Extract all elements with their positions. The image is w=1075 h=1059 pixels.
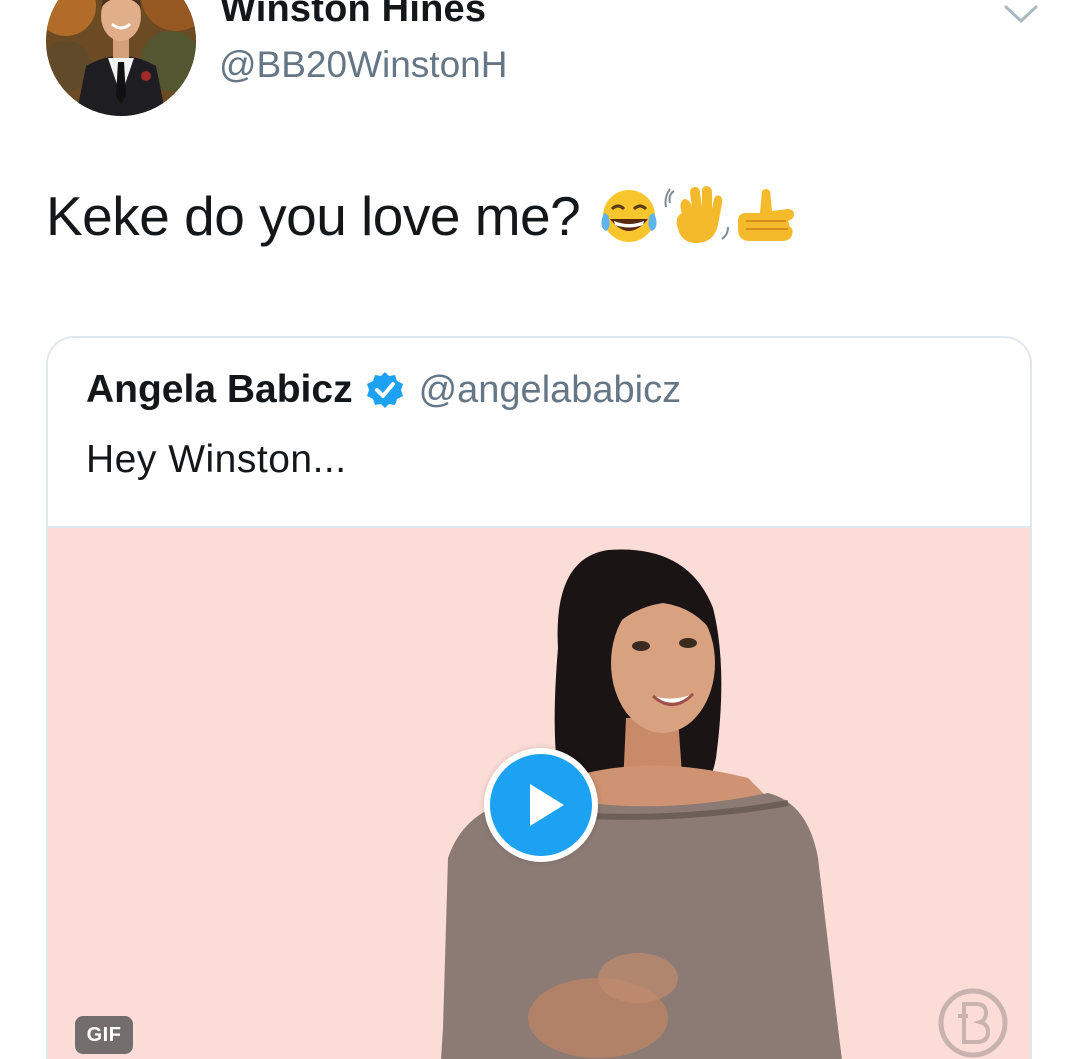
play-button[interactable] — [484, 748, 598, 862]
call-me-hand-emoji — [738, 189, 795, 241]
chevron-down-icon[interactable] — [1003, 2, 1039, 26]
gif-media[interactable]: GIF — [48, 526, 1030, 1059]
avatar-photo — [46, 0, 196, 116]
face-with-tears-of-joy-emoji — [601, 190, 657, 242]
quoted-display-name[interactable]: Angela Babicz — [86, 368, 353, 412]
play-icon — [530, 784, 564, 826]
tweet-text: Keke do you love me? — [46, 185, 581, 247]
gif-badge: GIF — [75, 1016, 133, 1054]
author-display-name[interactable]: Winston Hines — [220, 0, 486, 31]
author-avatar[interactable] — [46, 0, 196, 116]
tweet-screen: Winston Hines @BB20WinstonH Keke do you … — [0, 0, 1075, 1059]
verified-badge-icon — [366, 372, 403, 408]
quoted-handle[interactable]: @angelababicz — [419, 369, 682, 412]
watermark-logo-icon — [938, 988, 1008, 1058]
author-handle[interactable]: @BB20WinstonH — [219, 44, 507, 86]
quoted-tweet-text: Hey Winston... — [86, 438, 347, 481]
quoted-tweet-header: Angela Babicz @angelababicz — [86, 368, 681, 412]
waving-hand-emoji — [664, 186, 730, 243]
tweet-body: Keke do you love me? — [46, 183, 798, 249]
quoted-tweet-card[interactable]: Angela Babicz @angelababicz Hey Winston.… — [46, 336, 1032, 1059]
tweet-emojis — [596, 183, 798, 249]
